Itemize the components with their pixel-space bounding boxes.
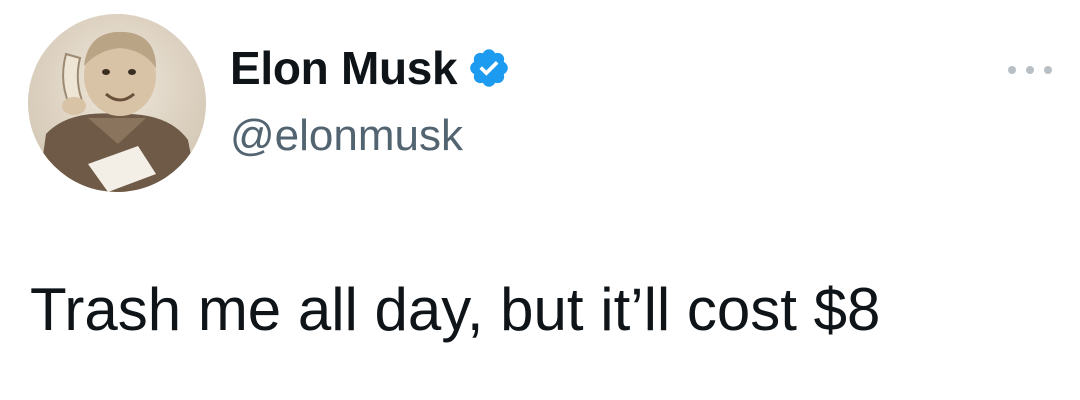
more-dot [1026,66,1034,74]
avatar-photo [28,14,206,192]
more-dot [1044,66,1052,74]
author-name-row: Elon Musk [230,40,511,96]
user-handle[interactable]: @elonmusk [230,108,463,164]
display-name[interactable]: Elon Musk [230,40,458,96]
more-options-icon[interactable] [1008,60,1052,80]
tweet-text: Trash me all day, but it’ll cost $8 [30,276,881,343]
avatar[interactable] [28,14,206,192]
verified-badge-icon [467,46,511,90]
more-dot [1008,66,1016,74]
tweet-card: Elon Musk @elonmusk Trash me all day, bu… [0,0,1080,400]
